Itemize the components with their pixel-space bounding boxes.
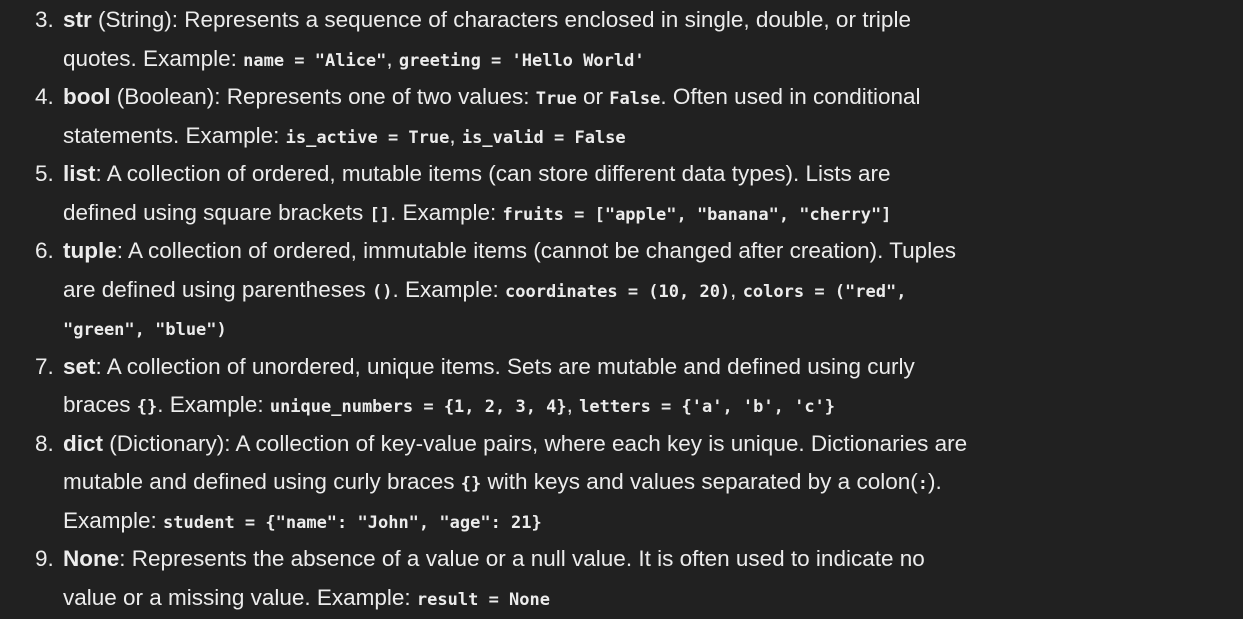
description-text: or (576, 84, 610, 109)
inline-code: result = None (416, 589, 550, 610)
data-type-name: dict (63, 430, 104, 456)
list-item-number: 7. (35, 353, 54, 379)
inline-code: () (371, 281, 393, 302)
inline-code: letters = {'a', 'b', 'c'} (579, 397, 836, 417)
list-item-number: 5. (35, 161, 54, 186)
inline-code: "green", "blue") (63, 320, 227, 340)
inline-code: is_valid = False (461, 127, 626, 148)
data-type-name: bool (63, 84, 111, 109)
description-text: value or a missing value. Example: (63, 584, 417, 610)
inline-code: unique_numbers = {1, 2, 3, 4} (269, 397, 567, 417)
list-item-text: set: A collection of unordered, unique i… (63, 348, 915, 386)
description-text: : Represents the absence of a value or a… (119, 546, 925, 571)
inline-code: True (535, 89, 577, 109)
list-item-text: mutable and defined using curly braces {… (63, 463, 942, 503)
list-item-text: tuple: A collection of ordered, immutabl… (63, 232, 956, 270)
list-item-text: list: A collection of ordered, mutable i… (63, 155, 891, 193)
description-text: . Example: (392, 276, 505, 302)
inline-code: is_active = True (285, 127, 450, 148)
description-text: , (449, 122, 462, 148)
description-text: : A collection of ordered, immutable ite… (116, 238, 956, 263)
description-text: quotes. Example: (63, 45, 244, 71)
inline-code: {} (136, 397, 158, 417)
list-item-number: 4. (35, 84, 54, 109)
list-item-text: are defined using parentheses (). Exampl… (63, 271, 906, 311)
list-item-number: 3. (35, 7, 54, 32)
list-item-number: 6. (35, 238, 54, 263)
description-text: , (730, 276, 743, 302)
description-text: (Boolean): Represents one of two values: (110, 84, 536, 109)
list-item-text: str (String): Represents a sequence of c… (63, 1, 911, 39)
description-text: : A collection of unordered, unique item… (95, 353, 915, 379)
description-text: defined using square brackets (63, 199, 370, 225)
list-item-text: None: Represents the absence of a value … (63, 540, 925, 578)
inline-code: greeting = 'Hello World' (398, 50, 645, 71)
description-text: (Dictionary): A collection of key-value … (103, 430, 968, 456)
list-item-text: Example: student = {"name": "John", "age… (63, 502, 542, 542)
inline-code: False (609, 89, 661, 109)
inline-code: fruits = ["apple", "banana", "cherry"] (502, 204, 892, 225)
list-item-text: dict (Dictionary): A collection of key-v… (63, 425, 967, 463)
data-type-name: None (63, 546, 120, 571)
description-text: with keys and values separated by a colo… (481, 469, 918, 494)
inline-code: [] (369, 204, 390, 225)
list-item-text: "green", "blue") (63, 309, 227, 349)
inline-code: coordinates = (10, 20) (505, 281, 731, 302)
description-text: mutable and defined using curly braces (63, 469, 461, 494)
list-item-text: defined using square brackets []. Exampl… (63, 194, 891, 234)
python-data-types-list: 3. str (String): Represents a sequence of… (0, 0, 1243, 619)
data-type-name: set (63, 353, 96, 379)
description-text: ). (927, 469, 942, 494)
list-item-text: braces {}. Example: unique_numbers = {1,… (63, 386, 835, 426)
inline-code: student = {"name": "John", "age": 21} (163, 512, 542, 533)
inline-code: {} (460, 474, 482, 494)
description-text: (String): Represents a sequence of chara… (91, 7, 911, 32)
description-text: . Often used in conditional (660, 84, 921, 109)
description-text: . Example: (157, 392, 270, 417)
data-type-name: str (63, 7, 92, 32)
list-item-number: 9. (35, 546, 54, 571)
inline-code: colors = ("red", (742, 281, 907, 302)
data-type-name: tuple (63, 238, 117, 263)
description-text: , (566, 392, 580, 417)
description-text: : A collection of ordered, mutable items… (95, 161, 891, 186)
list-item-text: value or a missing value. Example: resul… (63, 579, 550, 619)
inline-code: : (917, 474, 928, 494)
list-item-text: bool (Boolean): Represents one of two va… (63, 78, 921, 118)
description-text: , (386, 45, 399, 71)
description-text: braces (63, 392, 137, 417)
list-item-text: quotes. Example: name = "Alice", greetin… (63, 40, 645, 80)
inline-code: name = "Alice" (243, 50, 387, 71)
description-text: are defined using parentheses (63, 276, 372, 302)
list-item-text: statements. Example: is_active = True, i… (63, 117, 626, 157)
description-text: statements. Example: (63, 122, 286, 148)
data-type-name: list (63, 161, 96, 186)
description-text: . Example: (389, 199, 503, 225)
list-item-number: 8. (35, 430, 54, 456)
description-text: Example: (63, 507, 164, 533)
